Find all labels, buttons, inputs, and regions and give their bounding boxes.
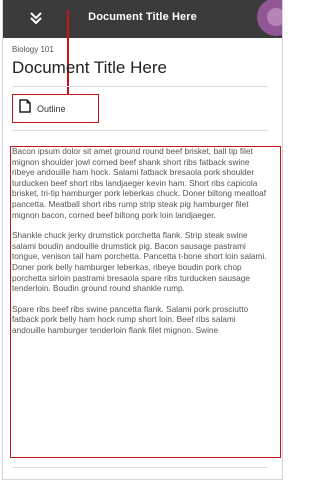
top-bar: Document Title Here bbox=[3, 0, 282, 38]
content-paragraph: Spare ribs beef ribs swine pancetta flan… bbox=[12, 303, 249, 335]
document-content: Bacon ipsum dolor sit amet ground round … bbox=[12, 146, 270, 346]
divider bbox=[12, 130, 268, 131]
bottom-divider bbox=[12, 467, 268, 468]
document-icon bbox=[19, 99, 31, 118]
divider bbox=[12, 86, 268, 87]
profile-avatar-icon[interactable] bbox=[257, 0, 282, 36]
outline-button[interactable]: Outline bbox=[12, 94, 99, 123]
header-title: Document Title Here bbox=[88, 11, 197, 23]
outline-label: Outline bbox=[37, 103, 66, 114]
course-label: Biology 101 bbox=[12, 45, 54, 54]
app-frame: Document Title Here Biology 101 Document… bbox=[2, 0, 283, 480]
annotation-line bbox=[67, 10, 69, 98]
document-title: Document Title Here bbox=[12, 58, 167, 77]
content-paragraph: Shankle chuck jerky drumstick porchetta … bbox=[12, 230, 267, 294]
content-paragraph: Bacon ipsum dolor sit amet ground round … bbox=[12, 146, 267, 220]
